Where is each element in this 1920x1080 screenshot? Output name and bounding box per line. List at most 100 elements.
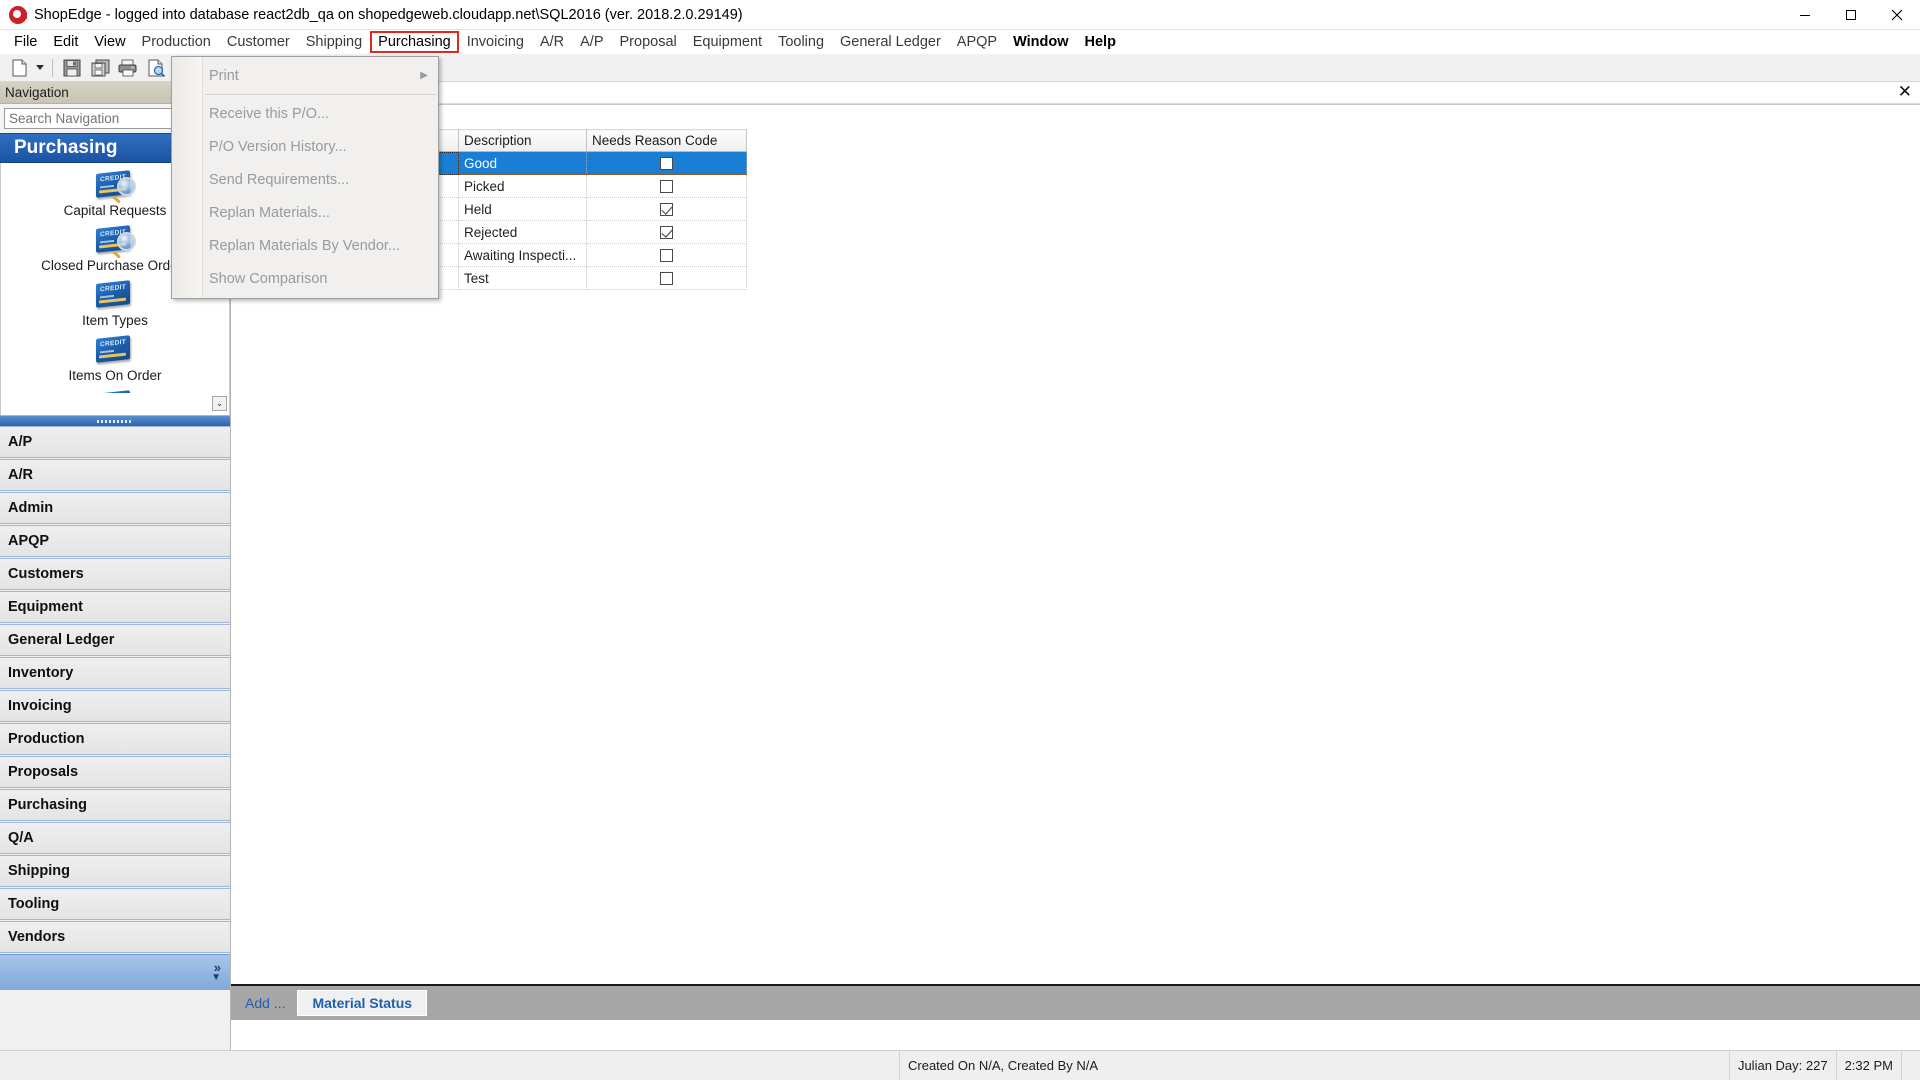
cell-description[interactable]: Awaiting Inspecti... — [458, 243, 587, 267]
menu-apqp[interactable]: APQP — [949, 31, 1005, 53]
minimize-button[interactable] — [1782, 0, 1828, 30]
chevron-down-icon: ▼ — [211, 971, 221, 983]
credit-card-search-icon: CREDIT — [94, 169, 136, 204]
needs-reason-code-checkbox[interactable] — [660, 226, 673, 240]
menu-item-receive-this-po[interactable]: Receive this P/O... — [172, 97, 438, 130]
menu-equipment[interactable]: Equipment — [685, 31, 770, 53]
material-status-window: Status Description Needs Reason Code G G… — [231, 104, 1920, 996]
status-time: 2:32 PM — [1837, 1051, 1902, 1080]
needs-reason-code-checkbox[interactable] — [660, 203, 673, 217]
menu-purchasing[interactable]: Purchasing — [370, 31, 459, 53]
save-icon[interactable] — [59, 56, 85, 80]
sidebar-item-purchasing[interactable]: Purchasing — [0, 789, 230, 821]
print-icon[interactable] — [115, 56, 141, 80]
menu-help[interactable]: Help — [1077, 31, 1124, 53]
splitter-grip-icon — [97, 419, 133, 423]
menu-invoicing[interactable]: Invoicing — [459, 31, 532, 53]
credit-card-icon: CREDIT — [94, 279, 136, 312]
nav-item-partial-next[interactable] — [1, 383, 229, 393]
new-document-icon[interactable] — [6, 56, 32, 80]
menu-ap[interactable]: A/P — [572, 31, 611, 53]
menu-file[interactable]: File — [6, 31, 45, 53]
add-tab-button[interactable]: Add ... — [239, 991, 291, 1015]
print-preview-icon[interactable] — [143, 56, 169, 80]
shopedge-logo-icon — [8, 5, 28, 25]
menu-item-show-comparison[interactable]: Show Comparison — [172, 262, 438, 295]
menu-customer[interactable]: Customer — [219, 31, 298, 53]
nav-item-label: Capital Requests — [63, 203, 167, 218]
nav-item-items-on-order[interactable]: CREDIT Items On Order — [1, 328, 229, 383]
menu-item-replan-materials[interactable]: Replan Materials... — [172, 196, 438, 229]
needs-reason-code-checkbox[interactable] — [660, 272, 673, 286]
sidebar-item-customers[interactable]: Customers — [0, 558, 230, 590]
cell-description[interactable]: Test — [458, 266, 587, 290]
needs-reason-code-checkbox[interactable] — [660, 249, 673, 263]
sidebar-item-inventory[interactable]: Inventory — [0, 657, 230, 689]
maximize-button[interactable] — [1828, 0, 1874, 30]
needs-reason-code-checkbox[interactable] — [660, 157, 673, 171]
menu-shipping[interactable]: Shipping — [298, 31, 370, 53]
save-all-icon[interactable] — [87, 56, 113, 80]
sidebar-item-qa[interactable]: Q/A — [0, 822, 230, 854]
nav-expand-button[interactable]: » ▼ — [0, 954, 230, 990]
new-document-dropdown-caret-icon[interactable] — [34, 56, 46, 80]
sidebar-item-production[interactable]: Production — [0, 723, 230, 755]
document-close-icon[interactable]: ✕ — [1898, 83, 1912, 101]
menu-production[interactable]: Production — [134, 31, 219, 53]
chevron-double-right-icon: » — [213, 959, 221, 975]
menu-item-po-version-history[interactable]: P/O Version History... — [172, 130, 438, 163]
credit-card-search-icon: CREDIT — [94, 224, 136, 259]
sidebar-item-apqp[interactable]: APQP — [0, 525, 230, 557]
menu-view[interactable]: View — [86, 31, 133, 53]
menu-item-print[interactable]: Print ▶ — [172, 59, 438, 92]
document-caption-bar: ✕ — [231, 82, 1920, 104]
credit-card-icon — [94, 389, 136, 393]
cell-needs-reason-code[interactable] — [586, 266, 747, 290]
tab-material-status[interactable]: Material Status — [297, 990, 428, 1016]
close-button[interactable] — [1874, 0, 1920, 30]
menu-tooling[interactable]: Tooling — [770, 31, 832, 53]
document-host: ✕ Material Status Status Description Nee… — [230, 82, 1920, 1050]
nav-item-label: Closed Purchase Orders — [41, 258, 189, 273]
needs-reason-code-checkbox[interactable] — [660, 180, 673, 194]
sidebar-item-ap[interactable]: A/P — [0, 426, 230, 458]
menu-ar[interactable]: A/R — [532, 31, 572, 53]
cell-description[interactable]: Picked — [458, 174, 587, 198]
sidebar-item-ar[interactable]: A/R — [0, 459, 230, 491]
cell-description[interactable]: Held — [458, 197, 587, 221]
grid-col-description[interactable]: Description — [458, 129, 587, 152]
grid-col-needs-reason-code[interactable]: Needs Reason Code — [586, 129, 747, 152]
cell-description[interactable]: Good — [458, 151, 587, 175]
sidebar-item-proposals[interactable]: Proposals — [0, 756, 230, 788]
sidebar-item-equipment[interactable]: Equipment — [0, 591, 230, 623]
menu-edit[interactable]: Edit — [45, 31, 86, 53]
sidebar-item-vendors[interactable]: Vendors — [0, 921, 230, 953]
menu-item-send-requirements[interactable]: Send Requirements... — [172, 163, 438, 196]
cell-needs-reason-code[interactable] — [586, 151, 747, 175]
cell-needs-reason-code[interactable] — [586, 174, 747, 198]
purchasing-dropdown-menu: Print ▶ Receive this P/O... P/O Version … — [171, 56, 439, 299]
cell-description[interactable]: Rejected — [458, 220, 587, 244]
sidebar-item-general-ledger[interactable]: General Ledger — [0, 624, 230, 656]
sidebar-item-admin[interactable]: Admin — [0, 492, 230, 524]
cell-needs-reason-code[interactable] — [586, 243, 747, 267]
window-title-bar: ShopEdge - logged into database react2db… — [0, 0, 1920, 30]
credit-card-icon: CREDIT — [94, 334, 136, 367]
nav-item-label: Items On Order — [68, 368, 162, 383]
menu-window[interactable]: Window — [1005, 31, 1076, 53]
document-tab-strip: Add ... Material Status — [231, 984, 1920, 1020]
window-controls — [1782, 0, 1920, 30]
cell-needs-reason-code[interactable] — [586, 197, 747, 221]
status-bar: Created On N/A, Created By N/A Julian Da… — [0, 1050, 1920, 1080]
sidebar-item-shipping[interactable]: Shipping — [0, 855, 230, 887]
menu-general-ledger[interactable]: General Ledger — [832, 31, 949, 53]
menu-item-replan-materials-by-vendor[interactable]: Replan Materials By Vendor... — [172, 229, 438, 262]
menu-proposal[interactable]: Proposal — [612, 31, 685, 53]
nav-group-bars: A/P A/R Admin APQP Customers Equipment G… — [0, 426, 230, 990]
nav-splitter-handle[interactable] — [0, 415, 230, 426]
cell-needs-reason-code[interactable] — [586, 220, 747, 244]
nav-scroll-down-button[interactable]: ⌄ — [212, 396, 227, 411]
sidebar-item-tooling[interactable]: Tooling — [0, 888, 230, 920]
submenu-arrow-icon: ▶ — [420, 70, 428, 81]
sidebar-item-invoicing[interactable]: Invoicing — [0, 690, 230, 722]
